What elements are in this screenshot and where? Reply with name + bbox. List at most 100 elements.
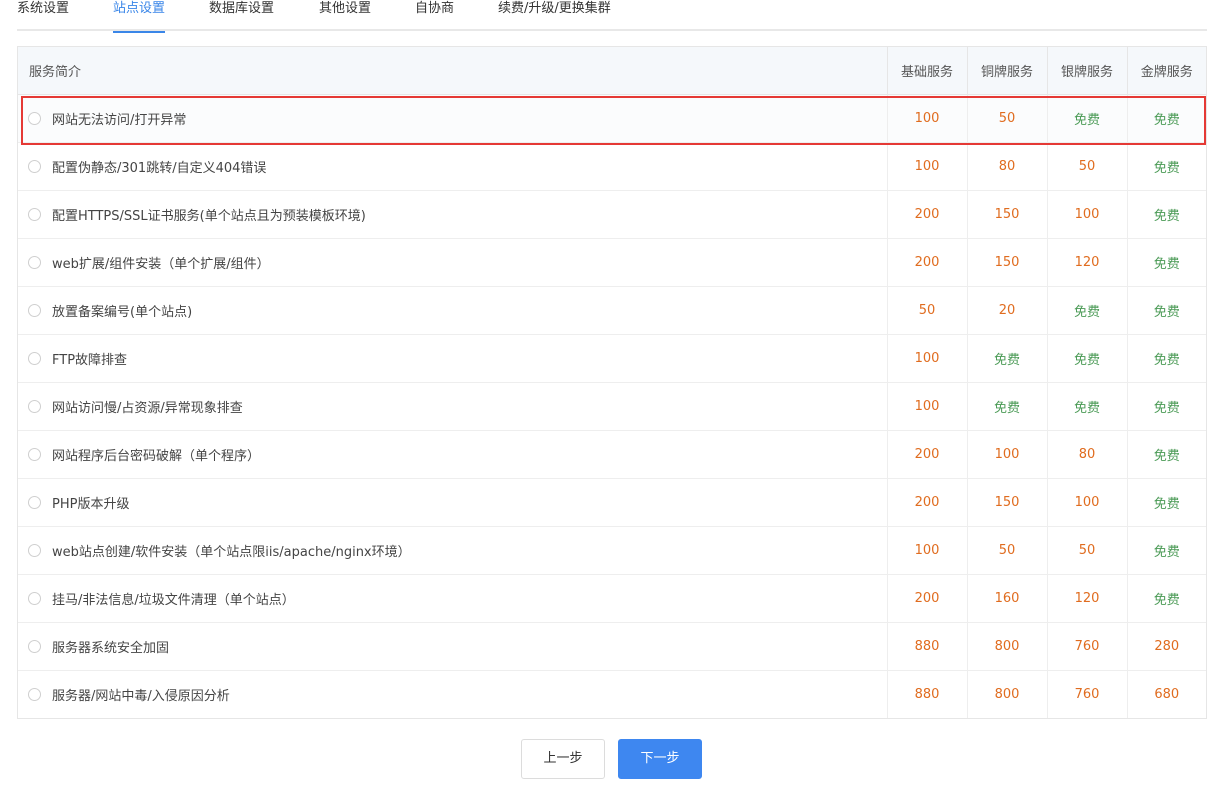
service-radio[interactable] <box>28 447 41 461</box>
price-silver: 免费 <box>1046 286 1127 335</box>
service-radio[interactable] <box>28 303 41 317</box>
service-radio[interactable] <box>28 399 41 413</box>
tab-database-settings[interactable]: 数据库设置 <box>209 0 274 31</box>
service-label: 配置HTTPS/SSL证书服务(单个站点且为预装模板环境) <box>52 208 366 224</box>
tab-system-settings[interactable]: 系统设置 <box>17 0 69 31</box>
service-label: 服务器/网站中毒/入侵原因分析 <box>52 688 230 704</box>
price-silver: 免费 <box>1046 382 1127 431</box>
price-basic: 200 <box>886 190 967 239</box>
service-label: 网站访问慢/占资源/异常现象排查 <box>52 400 243 416</box>
price-silver: 760 <box>1046 670 1127 718</box>
table-row[interactable]: PHP版本升级 200 150 100 免费 <box>18 478 1206 527</box>
price-bronze: 80 <box>966 142 1047 191</box>
service-radio[interactable] <box>28 495 41 509</box>
service-radio[interactable] <box>28 687 41 701</box>
price-basic: 50 <box>886 286 967 335</box>
price-basic: 100 <box>886 142 967 191</box>
service-radio[interactable] <box>28 639 41 653</box>
price-gold: 免费 <box>1126 238 1206 287</box>
tab-renew-upgrade[interactable]: 续费/升级/更换集群 <box>498 0 611 31</box>
service-cell: 服务器/网站中毒/入侵原因分析 <box>18 670 887 718</box>
service-radio[interactable] <box>28 591 41 605</box>
price-gold: 免费 <box>1126 478 1206 527</box>
price-gold: 免费 <box>1126 574 1206 623</box>
price-gold: 免费 <box>1126 94 1206 143</box>
price-bronze: 100 <box>966 430 1047 479</box>
service-radio[interactable] <box>28 207 41 221</box>
price-bronze: 150 <box>966 238 1047 287</box>
service-table: 服务简介 基础服务 铜牌服务 银牌服务 金牌服务 网站无法访问/打开异常 100 5… <box>17 46 1207 719</box>
service-label: 配置伪静态/301跳转/自定义404错误 <box>52 160 267 176</box>
service-cell: 挂马/非法信息/垃圾文件清理（单个站点） <box>18 574 887 623</box>
price-gold: 免费 <box>1126 142 1206 191</box>
price-bronze: 50 <box>966 94 1047 143</box>
price-gold: 免费 <box>1126 430 1206 479</box>
service-label: 网站无法访问/打开异常 <box>52 112 187 128</box>
table-row[interactable]: 放置备案编号(单个站点) 50 20 免费 免费 <box>18 286 1206 335</box>
price-basic: 880 <box>886 670 967 718</box>
table-row[interactable]: 挂马/非法信息/垃圾文件清理（单个站点） 200 160 120 免费 <box>18 574 1206 623</box>
table-row[interactable]: 网站无法访问/打开异常 100 50 免费 免费 <box>18 94 1206 143</box>
service-radio[interactable] <box>28 111 41 125</box>
prev-step-button[interactable]: 上一步 <box>521 739 605 779</box>
service-label: 挂马/非法信息/垃圾文件清理（单个站点） <box>52 592 295 608</box>
price-bronze: 150 <box>966 478 1047 527</box>
price-basic: 100 <box>886 526 967 575</box>
table-row[interactable]: 服务器系统安全加固 880 800 760 280 <box>18 622 1206 671</box>
tab-site-settings[interactable]: 站点设置 <box>113 0 166 33</box>
service-cell: 配置HTTPS/SSL证书服务(单个站点且为预装模板环境) <box>18 190 887 239</box>
price-silver: 50 <box>1046 526 1127 575</box>
price-gold: 680 <box>1126 670 1206 718</box>
tab-other-settings[interactable]: 其他设置 <box>319 0 371 31</box>
service-cell: 网站程序后台密码破解（单个程序） <box>18 430 887 479</box>
price-basic: 880 <box>886 622 967 671</box>
table-row[interactable]: 配置HTTPS/SSL证书服务(单个站点且为预装模板环境) 200 150 100 免费 <box>18 190 1206 239</box>
service-radio[interactable] <box>28 351 41 365</box>
price-bronze: 50 <box>966 526 1047 575</box>
price-bronze: 800 <box>966 622 1047 671</box>
service-radio[interactable] <box>28 159 41 173</box>
price-silver: 120 <box>1046 574 1127 623</box>
header-service-intro: 服务简介 <box>18 47 887 95</box>
price-silver: 760 <box>1046 622 1127 671</box>
table-row[interactable]: 配置伪静态/301跳转/自定义404错误 100 80 50 免费 <box>18 142 1206 191</box>
service-radio[interactable] <box>28 543 41 557</box>
price-basic: 100 <box>886 382 967 431</box>
price-silver: 100 <box>1046 190 1127 239</box>
table-row[interactable]: 网站访问慢/占资源/异常现象排查 100 免费 免费 免费 <box>18 382 1206 431</box>
service-label: web扩展/组件安装（单个扩展/组件） <box>52 256 270 272</box>
service-label: 放置备案编号(单个站点) <box>52 304 193 320</box>
service-radio[interactable] <box>28 255 41 269</box>
header-basic: 基础服务 <box>886 47 967 95</box>
table-row[interactable]: 网站程序后台密码破解（单个程序） 200 100 80 免费 <box>18 430 1206 479</box>
price-basic: 100 <box>886 94 967 143</box>
price-basic: 200 <box>886 574 967 623</box>
price-bronze: 免费 <box>966 334 1047 383</box>
price-silver: 免费 <box>1046 94 1127 143</box>
header-silver: 银牌服务 <box>1046 47 1127 95</box>
service-cell: 配置伪静态/301跳转/自定义404错误 <box>18 142 887 191</box>
next-step-button[interactable]: 下一步 <box>618 739 702 779</box>
table-row[interactable]: web扩展/组件安装（单个扩展/组件） 200 150 120 免费 <box>18 238 1206 287</box>
price-bronze: 免费 <box>966 382 1047 431</box>
table-row[interactable]: web站点创建/软件安装（单个站点限iis/apache/nginx环境） 100… <box>18 526 1206 575</box>
table-row[interactable]: FTP故障排查 100 免费 免费 免费 <box>18 334 1206 383</box>
price-basic: 200 <box>886 238 967 287</box>
table-row[interactable]: 服务器/网站中毒/入侵原因分析 880 800 760 680 <box>18 670 1206 718</box>
service-cell: PHP版本升级 <box>18 478 887 527</box>
service-label: FTP故障排查 <box>52 352 128 368</box>
price-basic: 100 <box>886 334 967 383</box>
header-bronze: 铜牌服务 <box>966 47 1047 95</box>
table-header-row: 服务简介 基础服务 铜牌服务 银牌服务 金牌服务 <box>18 47 1206 95</box>
tab-negotiation[interactable]: 自协商 <box>415 0 454 31</box>
price-bronze: 20 <box>966 286 1047 335</box>
service-cell: 网站访问慢/占资源/异常现象排查 <box>18 382 887 431</box>
price-gold: 免费 <box>1126 334 1206 383</box>
price-bronze: 160 <box>966 574 1047 623</box>
price-gold: 280 <box>1126 622 1206 671</box>
price-silver: 100 <box>1046 478 1127 527</box>
price-gold: 免费 <box>1126 526 1206 575</box>
price-bronze: 800 <box>966 670 1047 718</box>
price-silver: 免费 <box>1046 334 1127 383</box>
price-gold: 免费 <box>1126 190 1206 239</box>
